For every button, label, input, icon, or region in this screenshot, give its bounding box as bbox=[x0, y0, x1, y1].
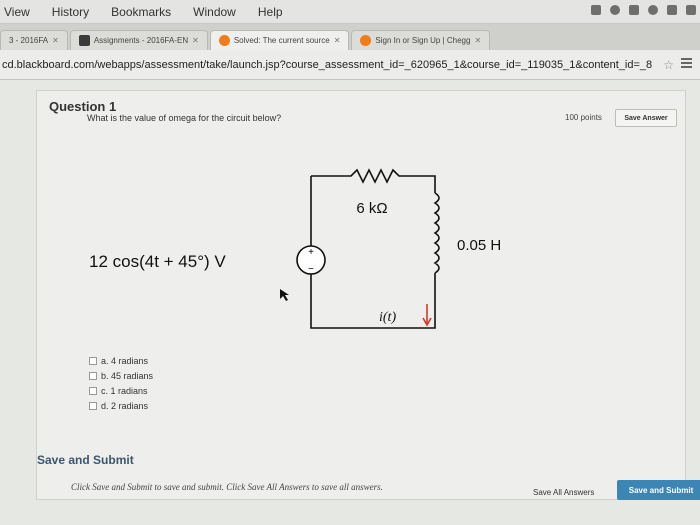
inductor-label: 0.05 H bbox=[457, 237, 501, 254]
mouse-cursor-icon bbox=[280, 289, 289, 301]
page-content: Question 1 What is the value of omega fo… bbox=[0, 80, 700, 525]
menu-bar: View History Bookmarks Window Help bbox=[0, 0, 700, 24]
chegg-icon bbox=[360, 35, 372, 46]
option-c[interactable]: c. 1 radians bbox=[89, 383, 153, 398]
points-label: 100 points bbox=[565, 113, 602, 122]
bookmark-star-icon[interactable]: ☆ bbox=[663, 58, 674, 72]
menu-view[interactable]: View bbox=[4, 5, 30, 19]
blackboard-icon bbox=[78, 35, 90, 46]
radio-button[interactable] bbox=[89, 386, 97, 395]
url-text[interactable]: cd.blackboard.com/webapps/assessment/tak… bbox=[2, 59, 652, 71]
radio-button[interactable] bbox=[89, 401, 97, 410]
resistor-wire bbox=[311, 168, 436, 193]
answer-options: a. 4 radians b. 45 radians c. 1 radians … bbox=[89, 353, 153, 413]
current-label: i(t) bbox=[379, 310, 396, 325]
status-icons bbox=[591, 5, 696, 15]
tab-strip: 3 - 2016FA ✕ Assignments - 2016FA-EN ✕ S… bbox=[0, 24, 700, 50]
tab-solved[interactable]: Solved: The current source ✕ bbox=[209, 30, 350, 50]
minus-sign: − bbox=[308, 264, 314, 275]
save-submit-heading: Save and Submit bbox=[37, 453, 134, 467]
option-label: d. 2 radians bbox=[101, 400, 149, 411]
radio-button[interactable] bbox=[89, 356, 97, 365]
option-b[interactable]: b. 45 radians bbox=[89, 368, 153, 383]
option-d[interactable]: d. 2 radians bbox=[89, 398, 153, 413]
menu-bookmarks[interactable]: Bookmarks bbox=[111, 5, 171, 19]
tab-assignments[interactable]: Assignments - 2016FA-EN ✕ bbox=[69, 30, 208, 50]
radio-button[interactable] bbox=[89, 371, 97, 380]
cloud-icon[interactable] bbox=[610, 5, 620, 15]
tab-label: Assignments - 2016FA-EN bbox=[93, 36, 189, 45]
tab-label: Solved: The current source bbox=[233, 36, 330, 45]
volume-icon[interactable] bbox=[686, 5, 696, 15]
option-label: b. 45 radians bbox=[101, 370, 154, 381]
menu-window[interactable]: Window bbox=[193, 5, 236, 19]
save-all-answers-button[interactable]: Save All Answers bbox=[533, 488, 594, 497]
question-panel: Question 1 What is the value of omega fo… bbox=[36, 90, 700, 500]
clock-icon[interactable] bbox=[648, 5, 658, 15]
question-title: Question 1 bbox=[49, 99, 117, 114]
save-submit-hint: Click Save and Submit to save and submit… bbox=[71, 482, 383, 492]
option-label: a. 4 radians bbox=[101, 355, 149, 366]
save-and-submit-button[interactable]: Save and Submit bbox=[617, 480, 700, 500]
tab-course[interactable]: 3 - 2016FA ✕ bbox=[0, 30, 68, 50]
option-label: c. 1 radians bbox=[101, 385, 148, 396]
tab-signin[interactable]: Sign In or Sign Up | Chegg ✕ bbox=[351, 30, 491, 50]
tab-label: Sign In or Sign Up | Chegg bbox=[375, 36, 471, 45]
extension-icon[interactable] bbox=[591, 5, 601, 15]
inductor-coil bbox=[433, 192, 440, 274]
address-bar[interactable]: cd.blackboard.com/webapps/assessment/tak… bbox=[0, 50, 700, 80]
resistor-label: 6 kΩ bbox=[356, 200, 387, 217]
close-icon[interactable]: ✕ bbox=[192, 36, 199, 45]
menu-history[interactable]: History bbox=[52, 5, 89, 19]
close-icon[interactable]: ✕ bbox=[474, 36, 481, 45]
save-answer-button[interactable]: Save Answer bbox=[615, 109, 677, 127]
plus-sign: + bbox=[308, 247, 314, 258]
bottom-wire bbox=[310, 273, 436, 329]
menu-help[interactable]: Help bbox=[258, 5, 283, 19]
option-a[interactable]: a. 4 radians bbox=[89, 353, 153, 368]
source-label: 12 cos(4t + 45°) V bbox=[89, 252, 226, 271]
close-icon[interactable]: ✕ bbox=[52, 36, 59, 45]
hamburger-menu-icon[interactable] bbox=[681, 58, 692, 69]
wifi-icon[interactable] bbox=[629, 5, 639, 15]
question-text: What is the value of omega for the circu… bbox=[87, 113, 282, 123]
battery-icon[interactable] bbox=[667, 5, 677, 15]
tab-label: 3 - 2016FA bbox=[9, 36, 49, 45]
chegg-icon bbox=[218, 35, 230, 46]
close-icon[interactable]: ✕ bbox=[334, 36, 341, 45]
